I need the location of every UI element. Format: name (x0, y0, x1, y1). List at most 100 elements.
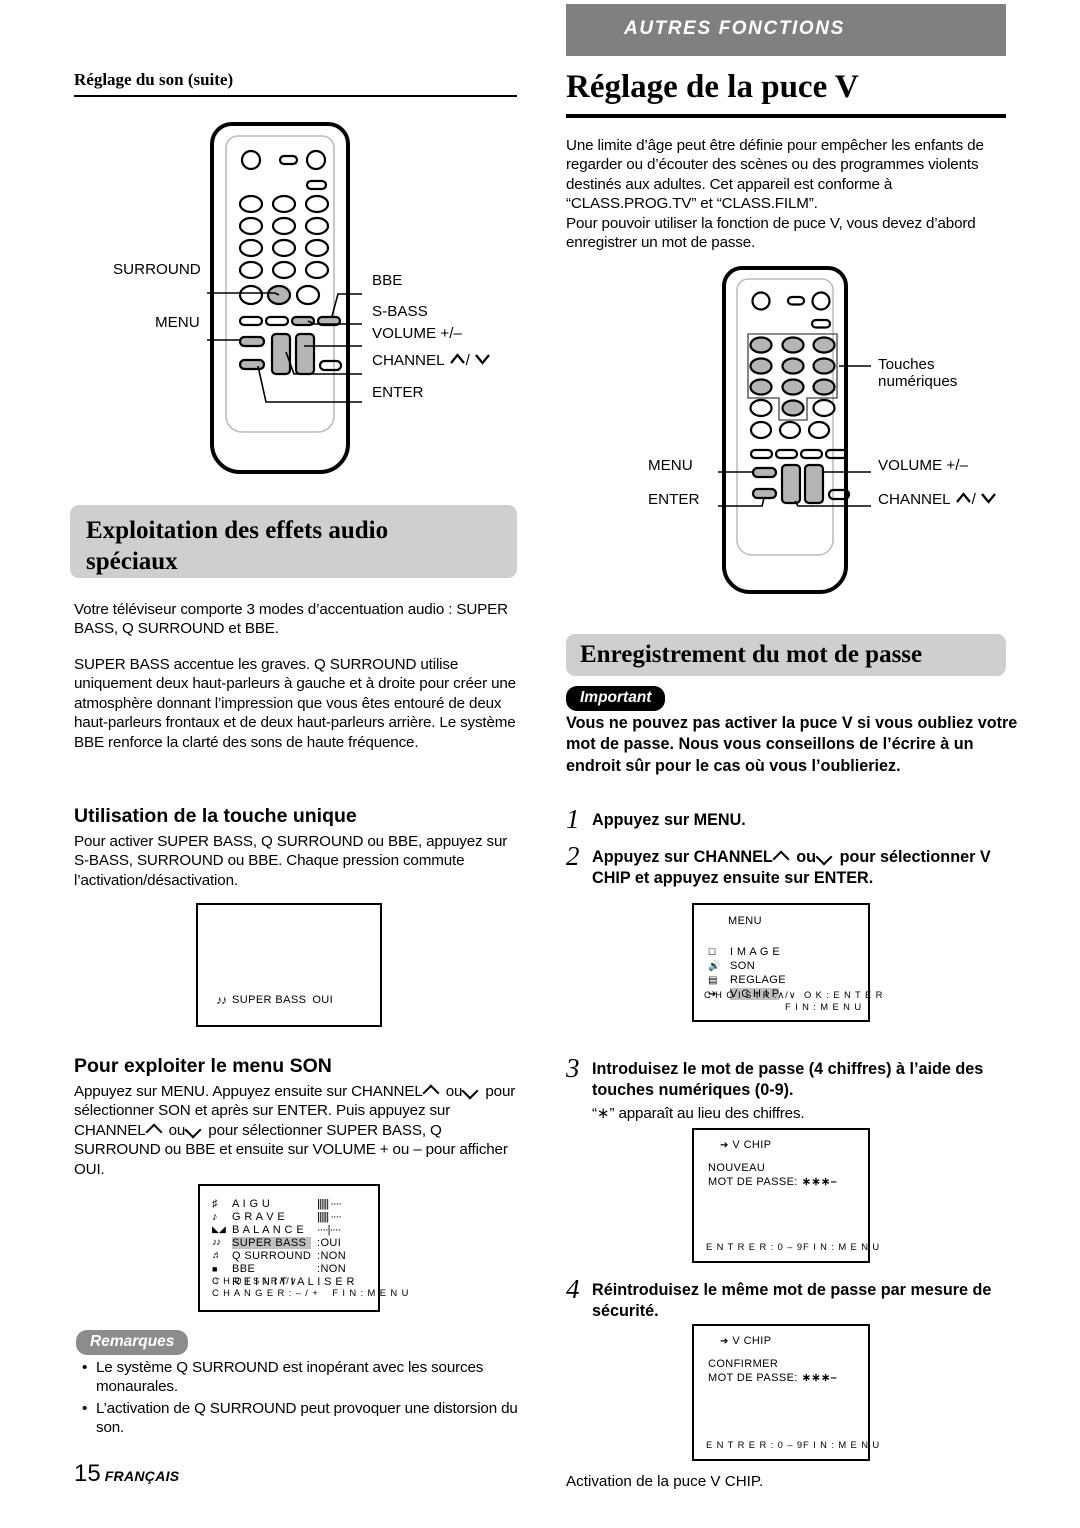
callout-s-bass: S-BASS (372, 303, 428, 320)
image-icon: ☐ (708, 946, 717, 957)
osd-son-label-1: G R A V E (232, 1210, 286, 1223)
callout-enter: ENTER (372, 384, 424, 401)
chevron-up-icon (147, 1125, 164, 1136)
callout-channel-label: CHANNEL (372, 352, 445, 369)
step-text-2: Appuyez sur CHANNEL ou pour sélectionner… (592, 847, 1017, 888)
osd-confirm-password-screen: ➔ V CHIP CONFIRMER MOT DE PASSE: ∗∗∗– E … (692, 1324, 879, 1461)
chevron-up-icon: ∧ (777, 989, 786, 1000)
caption-activation: Activation de la puce V CHIP. (566, 1473, 764, 1490)
osd-son-meter-1: |||||| ···· (317, 1210, 342, 1223)
osd-menu-label-1: SON (730, 960, 756, 972)
osd-son-value-4: :NON (317, 1249, 347, 1262)
slash: / (971, 491, 976, 508)
osd-superbass-value: OUI (312, 994, 334, 1006)
osd-menu-footer-2: F I N : M E N U (784, 1001, 862, 1012)
osd-confirm-footer-left: E N T R E R : 0 – 9 (706, 1439, 803, 1450)
osd-son-footer-2-text: C H A N G E R : – / + (212, 1287, 319, 1298)
callout-touches-line1: Touches (878, 356, 935, 373)
callout-menu: MENU (155, 314, 200, 331)
callout-bbe: BBE (372, 272, 403, 289)
vchip-icon: ➔ (720, 1139, 729, 1151)
bass-icon: ♪ (212, 1210, 218, 1223)
paragraph-audio-detail: SUPER BASS accentue les graves. Q SURROU… (74, 656, 516, 751)
step-number-1: 1 (566, 804, 580, 834)
osd-confirm-stars: ∗∗∗– (801, 1372, 838, 1384)
important-pill: Important (566, 686, 666, 711)
osd-son-label-3: SUPER BASS (232, 1236, 311, 1249)
list-item: L’activation de Q SURROUND peut provoque… (96, 1399, 532, 1438)
osd-son-value-5: :NON (317, 1262, 347, 1275)
remote-control-diagram-right (640, 258, 1020, 633)
chevron-up-icon (449, 352, 466, 369)
step-number-4: 4 (566, 1274, 580, 1304)
step-text-2a: Appuyez sur CHANNEL (592, 848, 773, 866)
step-text-2b: ou (796, 848, 817, 866)
bbe-icon: ■ (212, 1263, 218, 1274)
superbass-note-icon: ♪♪ (216, 993, 227, 1007)
heading-audio-effects: Exploitation des effets audio spéciaux (70, 505, 517, 578)
balance-icon: ◣◢ (212, 1224, 226, 1234)
osd-superbass-screen: ♪♪ SUPER BASS OUI (196, 903, 382, 1027)
callout-surround: SURROUND (113, 261, 201, 278)
osd-new-line1: NOUVEAU (708, 1162, 766, 1174)
paragraph-son-menu-d: ou (168, 1121, 186, 1139)
running-head: Réglage du son (suite) (74, 70, 234, 89)
osd-new-line2: MOT DE PASSE: (708, 1175, 798, 1188)
callout-channel-right-label: CHANNEL (878, 491, 951, 508)
callout-touches-line2: numériques (878, 373, 958, 390)
remote-control-diagram-left (70, 112, 530, 507)
page-footer: 15 FRANÇAIS (74, 1460, 179, 1488)
osd-new-footer-right: F I N : M E N U (803, 1241, 881, 1252)
step-text-4: Réintroduisez le même mot de passe par m… (592, 1281, 992, 1320)
paragraph-son-menu-a: Appuyez sur MENU. Appuyez ensuite sur CH… (74, 1083, 423, 1100)
osd-main-menu-screen: MENU ☐ I M A G E 🔊 SON ▤ REGLAGE ➔ V C H… (692, 903, 884, 1022)
chevron-down-icon (463, 1086, 480, 1097)
callout-volume: VOLUME +/– (372, 325, 462, 342)
chevron-down-icon (474, 352, 491, 369)
notes-list: Le système Q SURROUND est inopérant avec… (82, 1358, 532, 1440)
osd-menu-footer-1: C H O I S I R :∧/∨ O K : E N T E R (704, 989, 884, 1000)
paragraph-son-menu: Appuyez sur MENU. Appuyez ensuite sur CH… (74, 1082, 524, 1179)
osd-son-label-2: B A L A N C E (232, 1223, 305, 1236)
step-note-3: “∗” apparaît au lieu des chiffres. (592, 1105, 805, 1122)
step-text-1: Appuyez sur MENU. (592, 811, 746, 829)
chevron-up-icon: ∧ (278, 1275, 287, 1286)
osd-son-footer-2: C H A N G E R : – / + F I N : M E N U (212, 1287, 409, 1298)
osd-confirm-footer-right: F I N : M E N U (803, 1439, 881, 1450)
callout-channel-right: CHANNEL / (878, 491, 997, 508)
osd-confirm-title: V CHIP (732, 1335, 772, 1347)
callout-channel: CHANNEL / (372, 352, 491, 369)
paragraph-son-menu-b: ou (445, 1083, 463, 1100)
chevron-down-icon (186, 1125, 203, 1136)
callout-enter-right: ENTER (648, 491, 700, 508)
page-number: 15 (74, 1460, 101, 1487)
osd-superbass-label: SUPER BASS (232, 994, 307, 1006)
chevron-down-icon: ∨ (289, 1275, 298, 1286)
osd-son-label-0: A I G U (232, 1197, 271, 1210)
sound-icon: 🔊 (708, 960, 721, 972)
paragraph-vchip-intro: Une limite d’âge peut être définie pour … (566, 137, 984, 252)
osd-son-footer-1-text: C H O I S I R (212, 1275, 279, 1286)
callout-volume-right: VOLUME +/– (878, 457, 968, 474)
important-text: Vous ne pouvez pas activer la puce V si … (566, 714, 1018, 775)
step-number-2: 2 (566, 841, 580, 871)
paragraph-audio-intro: Votre téléviseur comporte 3 modes d’acce… (74, 601, 508, 638)
section-banner-label: AUTRES FONCTIONS (624, 18, 845, 39)
remarques-pill: Remarques (76, 1330, 189, 1355)
page-title-rule (566, 114, 1006, 118)
osd-new-password-screen: ➔ V CHIP NOUVEAU MOT DE PASSE: ∗∗∗– E N … (692, 1128, 879, 1263)
superbass-icon: ♪♪ (212, 1237, 221, 1248)
osd-confirm-line1: CONFIRMER (708, 1358, 779, 1370)
osd-son-menu-screen: ♯ A I G U |||||| ···· ♪ G R A V E ||||||… (198, 1184, 408, 1312)
callout-menu-right: MENU (648, 457, 693, 474)
page-language: FRANÇAIS (104, 1468, 180, 1484)
osd-new-footer-left: E N T R E R : 0 – 9 (706, 1241, 803, 1252)
slash: / (465, 352, 470, 369)
list-item: Le système Q SURROUND est inopérant avec… (96, 1358, 532, 1397)
chevron-down-icon: ∨ (788, 989, 797, 1000)
osd-son-label-4: Q SURROUND (232, 1249, 312, 1262)
chevron-up-icon (774, 852, 791, 863)
osd-son-label-5: BBE (232, 1262, 256, 1275)
qsurround-icon: ♬ (212, 1250, 222, 1261)
paragraph-one-touch: Pour activer SUPER BASS, Q SURROUND ou B… (74, 833, 508, 889)
